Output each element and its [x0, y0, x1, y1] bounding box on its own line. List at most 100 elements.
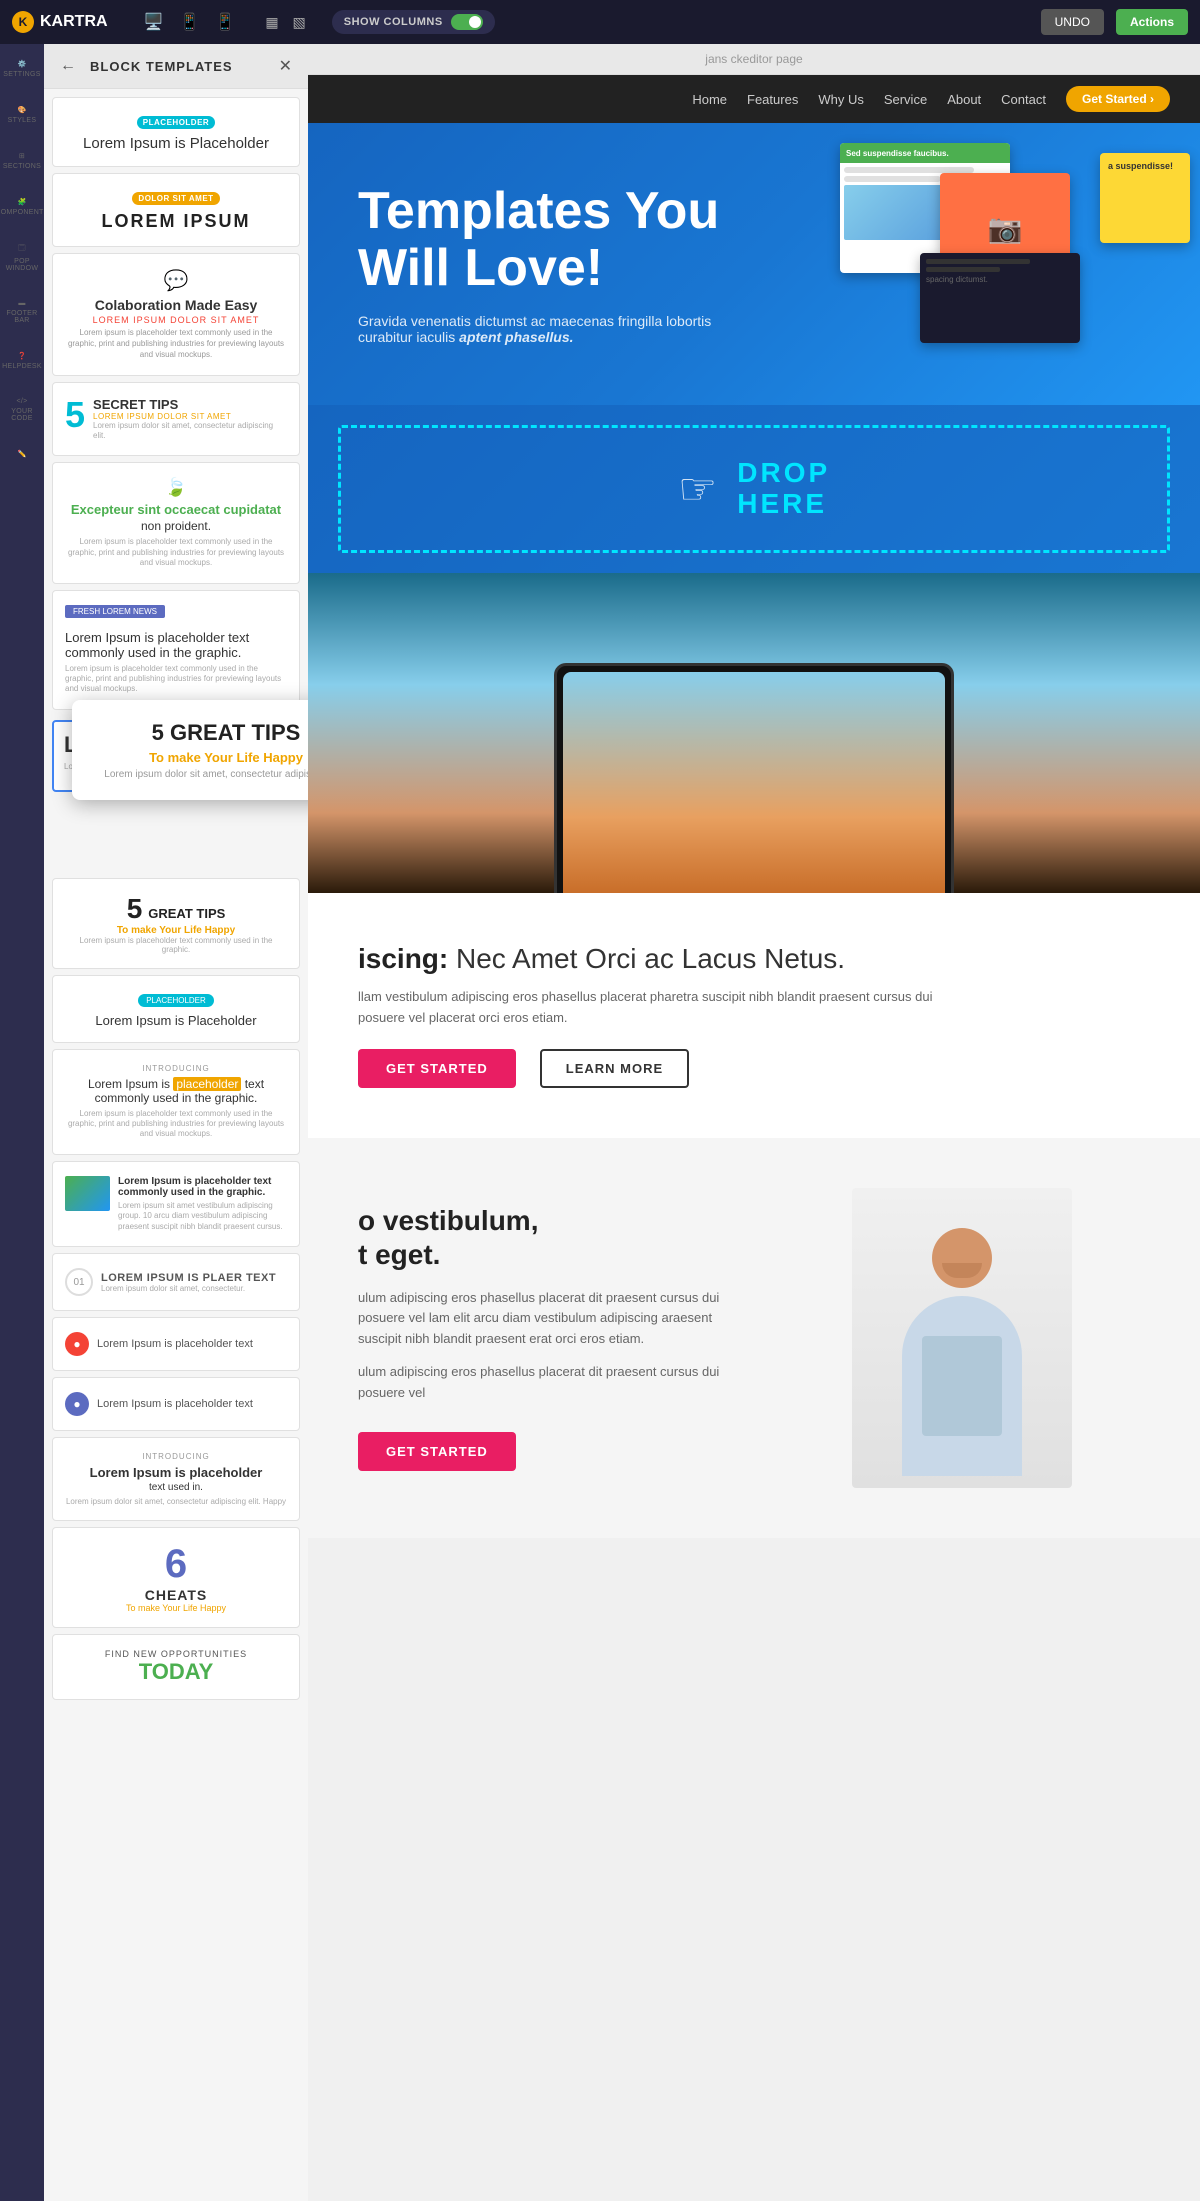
settings-icon: ⚙️ [17, 60, 26, 68]
template-card-placeholder[interactable]: PLACEHOLDER Lorem Ipsum is Placeholder [52, 97, 300, 167]
nav-link-whyus[interactable]: Why Us [818, 92, 864, 107]
tips-subtitle: LOREM IPSUM DOLOR SIT AMET [93, 412, 287, 421]
sidebar-item-helpdesk[interactable]: ❓ HELPDESK [2, 346, 42, 376]
show-columns-toggle[interactable]: SHOW COLUMNS [332, 10, 495, 34]
i2-text: Lorem ipsum dolor sit amet, consectetur … [65, 1497, 287, 1506]
desktop-icon[interactable]: 🖥️ [140, 8, 168, 36]
actions-button[interactable]: Actions [1116, 9, 1188, 35]
settings-label: SETTINGS [3, 71, 40, 78]
nl-title: LOREM IPSUM IS PLAER TEXT [101, 1272, 276, 1284]
nav-bar: Home Features Why Us Service About Conta… [308, 75, 1200, 123]
bridge-section [308, 573, 1200, 893]
intro-text: Lorem ipsum is placeholder text commonly… [65, 1109, 287, 1140]
vestibulum-two-col: o vestibulum,t eget. ulum adipiscing ero… [358, 1188, 1150, 1488]
it-text: Lorem ipsum sit amet vestibulum adipisci… [118, 1201, 287, 1232]
nav-link-about[interactable]: About [947, 92, 981, 107]
fresh-badge: FRESH LOREM NEWS [65, 605, 165, 618]
intro-badge: INTRODUCING [65, 1064, 287, 1073]
section-text-nec: llam vestibulum adipiscing eros phasellu… [358, 987, 958, 1029]
nav-cta-button[interactable]: Get Started › [1066, 86, 1170, 112]
it-title: Lorem Ipsum is placeholder text commonly… [118, 1176, 287, 1198]
hero-mockups: Sed suspendisse faucibus. 📷 [840, 143, 1180, 343]
template-card-excepteur[interactable]: 🍃 Excepteur sint occaecat cupidatat non … [52, 462, 300, 583]
collab-icon: 💬 [65, 268, 287, 293]
find-title: TODAY [65, 1659, 287, 1685]
gt-text: Lorem ipsum is placeholder text commonly… [65, 936, 287, 954]
mobile-icon[interactable]: 📱 [211, 8, 239, 36]
sidebar-item-footerbar[interactable]: ▬ FOOTER BAR [2, 294, 42, 330]
back-button[interactable]: ← [60, 57, 76, 75]
template-card-fresh-news[interactable]: FRESH LOREM NEWS Lorem Ipsum is placehol… [52, 590, 300, 710]
logo-text: KARTRA [40, 13, 108, 31]
popwindow-icon: 🗔 [18, 244, 26, 255]
tips-number: 5 [65, 397, 85, 433]
template-card-find-opportunities[interactable]: FIND NEW OPPORTUNITIES TODAY [52, 1634, 300, 1700]
grid-options: ▦ ▧ [261, 10, 309, 35]
collab-text: Lorem ipsum is placeholder text commonly… [65, 327, 287, 361]
sidebar-item-popwindow[interactable]: 🗔 POP WINDOW [2, 238, 42, 278]
template-card-icon-text-blue[interactable]: ● Lorem Ipsum is placeholder text [52, 1377, 300, 1431]
template-card-icon-text-red[interactable]: ● Lorem Ipsum is placeholder text [52, 1317, 300, 1371]
toolbar: K KARTRA 🖥️ 📱 📱 ▦ ▧ SHOW COLUMNS UNDO Ac… [0, 0, 1200, 44]
learn-more-button[interactable]: LEARN MORE [540, 1049, 689, 1088]
nav-link-home[interactable]: Home [692, 92, 727, 107]
show-columns-label: SHOW COLUMNS [344, 16, 443, 28]
styles-icon: 🎨 [17, 106, 26, 114]
nav-link-service[interactable]: Service [884, 92, 927, 107]
template-card-image-text[interactable]: Lorem Ipsum is placeholder text commonly… [52, 1161, 300, 1247]
template-card-introducing-2[interactable]: INTRODUCING Lorem Ipsum is placeholder t… [52, 1437, 300, 1521]
cheats-number: 6 [65, 1542, 287, 1587]
section-nec-amet: iscing: Nec Amet Orci ac Lacus Netus. ll… [308, 893, 1200, 1138]
yourcode-label: YOUR CODE [8, 408, 36, 422]
sidebar-item-pencil[interactable]: ✏️ [2, 444, 42, 464]
drop-zone[interactable]: ☞ DROPHERE [338, 425, 1170, 553]
logo[interactable]: K KARTRA [12, 11, 108, 33]
toggle-switch[interactable] [451, 14, 483, 30]
template-card-great-tips[interactable]: 5 GREAT TIPS To make Your Life Happy Lor… [52, 878, 300, 969]
template-card-collaboration[interactable]: 💬 Colaboration Made Easy LOREM IPSUM DOL… [52, 253, 300, 376]
mockup-yellow: a suspendisse! [1100, 153, 1190, 243]
vestibulum-text-2: ulum adipiscing eros phasellus placerat … [358, 1362, 734, 1404]
tips-text: Lorem ipsum dolor sit amet, consectetur … [93, 421, 287, 442]
intro-highlight: placeholder [173, 1077, 241, 1091]
nav-links: Home Features Why Us Service About Conta… [692, 86, 1170, 112]
template-card-cheats[interactable]: 6 CHEATS To make Your Life Happy [52, 1527, 300, 1628]
sidebar-item-styles[interactable]: 🎨 STYLES [2, 100, 42, 130]
page-label: jans ckeditor page [308, 44, 1200, 75]
template-card-number-list[interactable]: 01 LOREM IPSUM IS PLAER TEXT Lorem ipsum… [52, 1253, 300, 1311]
nav-link-features[interactable]: Features [747, 92, 798, 107]
vestibulum-title: o vestibulum,t eget. [358, 1204, 734, 1271]
i2-subtitle: text used in. [65, 1482, 287, 1493]
get-started-button-1[interactable]: GET STARTED [358, 1049, 516, 1088]
left-sidebar: ⚙️ SETTINGS 🎨 STYLES ⊞ SECTIONS 🧩 COMPON… [0, 44, 44, 2201]
grid-2-icon[interactable]: ▧ [289, 10, 310, 35]
undo-button[interactable]: UNDO [1041, 9, 1104, 35]
person-shirt [922, 1336, 1002, 1436]
template-card-lorem-placeholder[interactable]: PLACEHOLDER Lorem Ipsum is Placeholder [52, 975, 300, 1043]
get-started-button-2[interactable]: GET STARTED [358, 1432, 516, 1471]
sidebar-item-settings[interactable]: ⚙️ SETTINGS [2, 54, 42, 84]
grid-4-icon[interactable]: ▦ [261, 10, 282, 35]
section-title-nec: iscing: Nec Amet Orci ac Lacus Netus. [358, 943, 958, 975]
sidebar-item-yourcode[interactable]: </> YOUR CODE [2, 392, 42, 428]
vestibulum-text-col: o vestibulum,t eget. ulum adipiscing ero… [358, 1204, 734, 1470]
laptop-frame [554, 663, 954, 893]
footerbar-label: FOOTER BAR [7, 310, 38, 324]
section-buttons: GET STARTED LEARN MORE [358, 1049, 958, 1088]
yourcode-icon: </> [16, 398, 27, 405]
nav-link-contact[interactable]: Contact [1001, 92, 1046, 107]
person-body [902, 1296, 1022, 1476]
helpdesk-icon: ❓ [17, 352, 26, 360]
popup-title: 5 GREAT TIPS [92, 720, 308, 746]
main-layout: ⚙️ SETTINGS 🎨 STYLES ⊞ SECTIONS 🧩 COMPON… [0, 44, 1200, 2201]
fresh-title: Lorem Ipsum is placeholder text commonly… [65, 630, 287, 660]
template-card-introducing[interactable]: INTRODUCING Lorem Ipsum is placeholder t… [52, 1049, 300, 1155]
find-sub: FIND NEW OPPORTUNITIES [65, 1649, 287, 1659]
sidebar-item-components[interactable]: 🧩 COMPONENTS [2, 192, 42, 222]
nl-text: Lorem ipsum dolor sit amet, consectetur. [101, 1284, 276, 1293]
template-card-lorem-ipsum[interactable]: DOLOR SIT AMET LOREM IPSUM [52, 173, 300, 247]
close-button[interactable]: ✕ [279, 56, 292, 76]
template-card-secret-tips[interactable]: 5 SECRET TIPS LOREM IPSUM DOLOR SIT AMET… [52, 382, 300, 457]
tablet-icon[interactable]: 📱 [175, 8, 203, 36]
sidebar-item-sections[interactable]: ⊞ SECTIONS [2, 146, 42, 176]
